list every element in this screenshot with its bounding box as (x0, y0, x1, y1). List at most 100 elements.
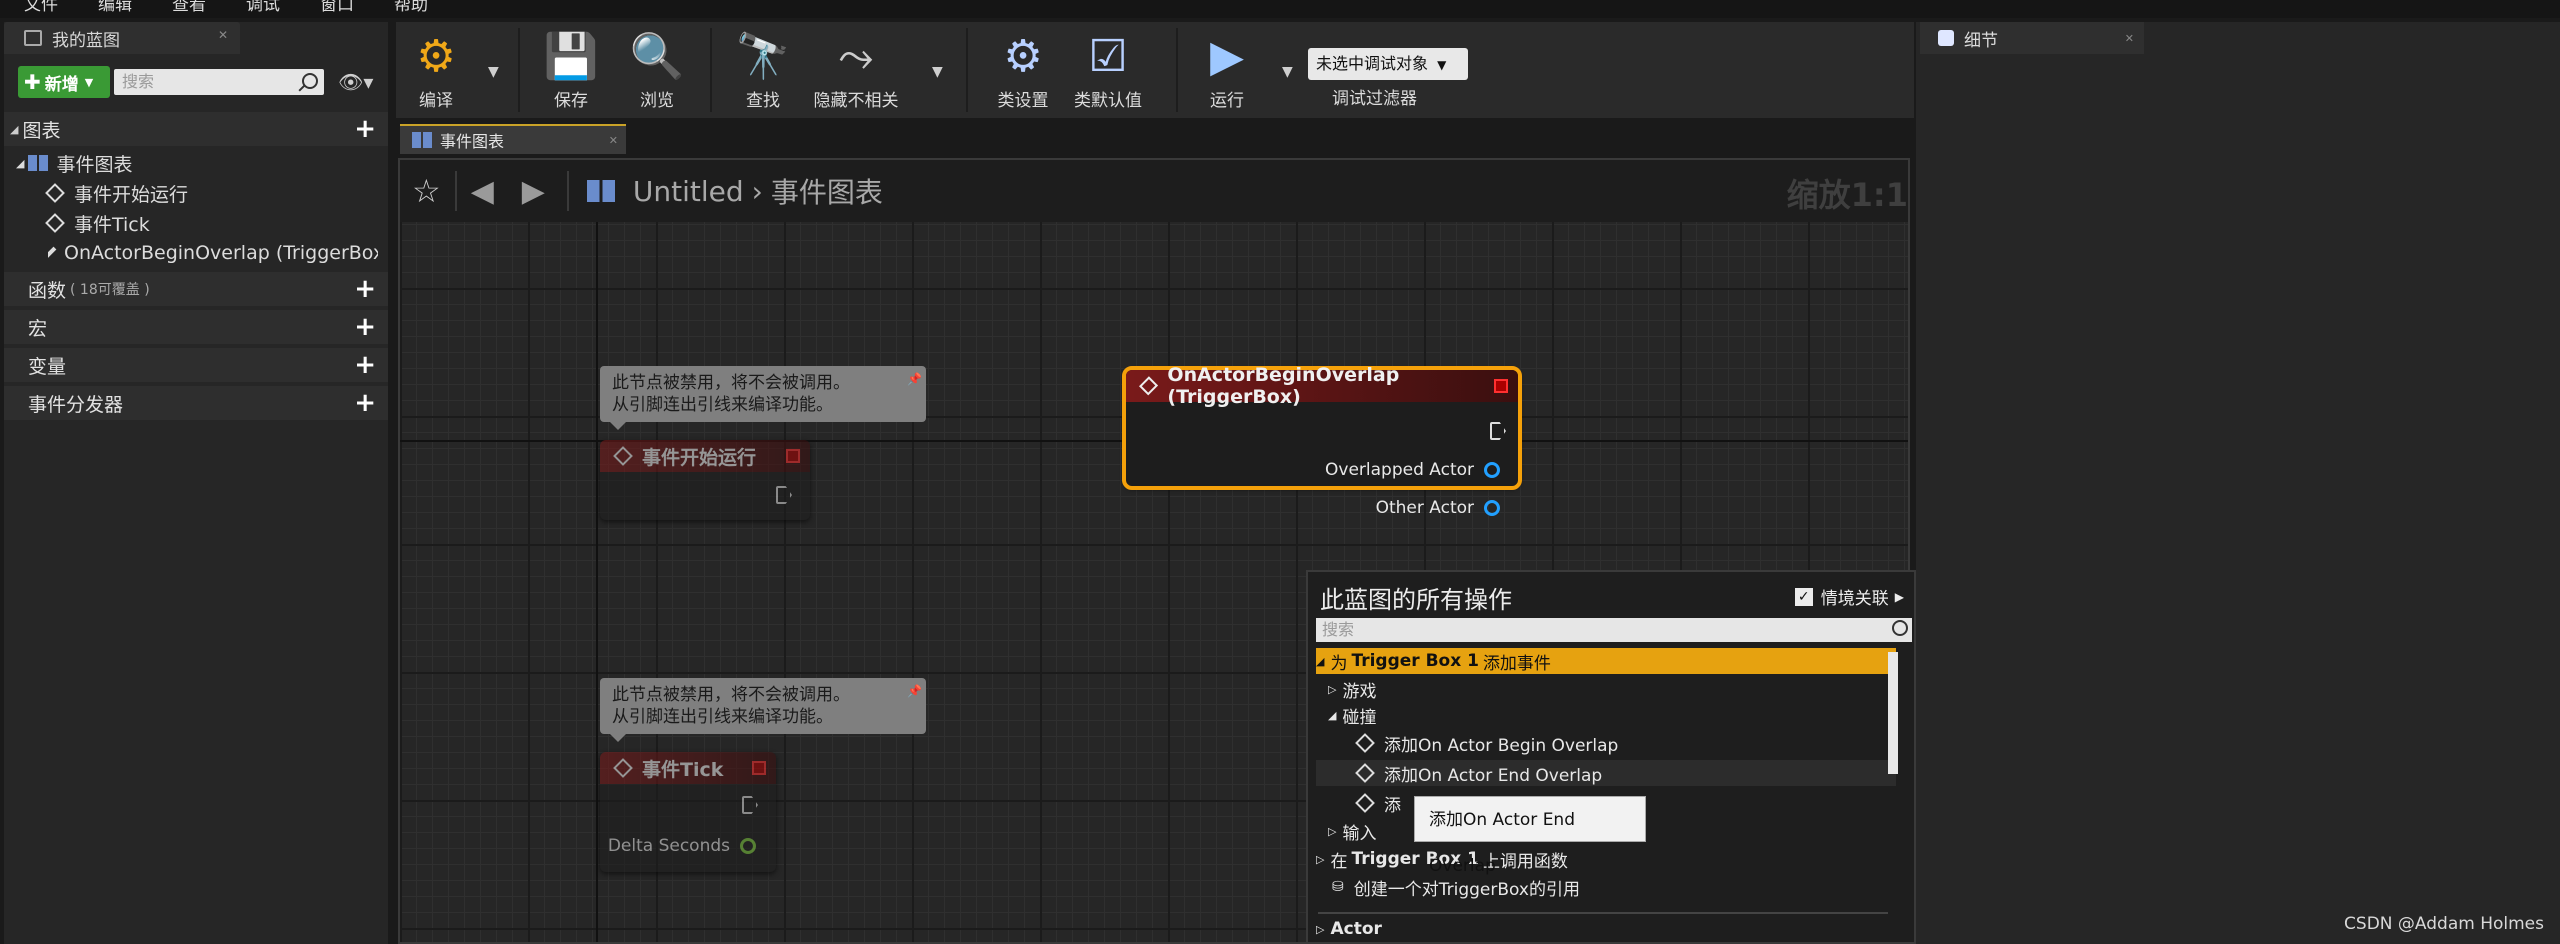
tab-my-blueprint[interactable]: 我的蓝图 ✕ (4, 22, 240, 54)
menu-edit[interactable]: 编辑 (98, 0, 132, 14)
menu-category-actor[interactable]: ▷ Actor (1316, 916, 1896, 942)
menu-item-create-reference[interactable]: ⛁ 创建一个对TriggerBox的引用 (1332, 874, 1912, 900)
gear-icon: ⚙ (1003, 30, 1043, 82)
exec-pin-icon[interactable] (742, 796, 758, 814)
magnifier-icon: 🔍 (629, 31, 685, 82)
menu-text: 添加On Actor Begin Overlap (1384, 735, 1619, 756)
action-search-input[interactable]: 搜索 (1316, 618, 1912, 642)
close-icon[interactable]: ✕ (218, 28, 228, 42)
menu-item-add-end-overlap[interactable]: 添加On Actor End Overlap (1316, 760, 1896, 786)
run-options-chevron-icon[interactable]: ▼ (1282, 64, 1293, 80)
back-arrow-icon[interactable]: ◀ (471, 174, 494, 209)
section-variables[interactable]: 变量 + (4, 348, 388, 382)
menu-file[interactable]: 文件 (24, 0, 58, 14)
section-dispatchers-label: 事件分发器 (28, 393, 124, 416)
menu-window[interactable]: 窗口 (320, 0, 354, 14)
delegate-pin-icon[interactable] (752, 761, 766, 775)
find-label: 查找 (746, 91, 780, 111)
section-graphs[interactable]: ◢ 图表 + (4, 112, 388, 146)
section-macros[interactable]: 宏 + (4, 310, 388, 344)
delegate-pin-icon[interactable] (1494, 379, 1508, 393)
add-dispatcher-button[interactable]: + (354, 390, 376, 416)
close-icon[interactable]: ✕ (2125, 32, 2134, 45)
tree-item-event[interactable]: 事件Tick (45, 208, 150, 238)
overlapped-actor-pin[interactable]: Overlapped Actor (1325, 460, 1500, 480)
menu-help[interactable]: 帮助 (394, 0, 428, 14)
favorite-star-icon[interactable]: ☆ (412, 172, 441, 210)
toolbar-divider (966, 28, 968, 112)
pin-icon[interactable]: 📌 (907, 680, 922, 702)
float-pin-icon (740, 838, 756, 854)
menu-view[interactable]: 查看 (172, 0, 206, 14)
browse-button[interactable]: 🔍 浏览 (622, 28, 692, 112)
chevron-down-icon: ▼ (1437, 58, 1447, 72)
delegate-pin-icon[interactable] (786, 449, 800, 463)
find-button[interactable]: 🔭 查找 (728, 28, 798, 112)
other-actor-pin[interactable]: Other Actor (1376, 498, 1500, 518)
menu-text: 为 (1330, 653, 1348, 674)
section-graphs-label: 图表 (22, 119, 61, 142)
menu-scrollbar[interactable] (1888, 652, 1898, 774)
compile-label: 编译 (419, 91, 453, 111)
event-icon (1355, 793, 1375, 813)
search-input[interactable]: 搜索 (114, 69, 324, 95)
tree-item-event[interactable]: OnActorBeginOverlap (TriggerBox) (48, 238, 378, 268)
save-button[interactable]: 💾 保存 (536, 28, 606, 112)
graph-origin-line (596, 222, 598, 942)
context-label: 情境关联 (1820, 589, 1889, 609)
toolbar-divider (1176, 28, 1178, 112)
section-functions[interactable]: 函数 ( 18可覆盖 ) + (4, 272, 388, 306)
menu-item-add-begin-overlap[interactable]: 添加On Actor Begin Overlap (1355, 730, 1896, 756)
run-button[interactable]: ▶ 运行 (1192, 28, 1262, 112)
eye-icon[interactable]: 👁▾ (338, 70, 373, 94)
details-panel: 细节 ✕ (1916, 22, 2560, 944)
compile-button[interactable]: ⚙ 编译 (396, 28, 476, 112)
checkbox-checked-icon[interactable]: ✓ (1794, 587, 1813, 606)
action-menu: 此蓝图的所有操作 ✓ 情境关联 ▶ 搜索 ◢ 为 Trigger Box 1 添… (1306, 570, 1916, 944)
forward-arrow-icon[interactable]: ▶ (522, 174, 545, 209)
compile-options-chevron-icon[interactable]: ▼ (488, 64, 499, 80)
object-pin-icon (1484, 462, 1500, 478)
delta-seconds-pin[interactable]: Delta Seconds (608, 836, 756, 856)
breadcrumb-asset[interactable]: Untitled (633, 175, 744, 208)
add-graph-button[interactable]: + (354, 116, 376, 142)
class-settings-button[interactable]: ⚙ 类设置 (988, 28, 1058, 112)
hide-options-chevron-icon[interactable]: ▼ (932, 64, 943, 80)
toolbar-divider (710, 28, 712, 112)
tab-details[interactable]: 细节 ✕ (1920, 22, 2144, 54)
exec-pin-icon[interactable] (776, 486, 792, 504)
add-macro-button[interactable]: + (354, 314, 376, 340)
on-actor-begin-overlap-node[interactable]: OnActorBeginOverlap (TriggerBox) Overlap… (1122, 364, 1522, 518)
add-new-button[interactable]: ✚ 新增 ▼ (18, 66, 110, 98)
menu-text: 添 (1384, 795, 1401, 816)
menu-category-collision[interactable]: ◢ 碰撞 (1328, 702, 1908, 728)
context-sensitive-toggle[interactable]: ✓ 情境关联 ▶ (1794, 584, 1904, 609)
main-toolbar: ⚙ 编译 ▼ 💾 保存 🔍 浏览 🔭 查找 ⤳ 隐藏不相关 ▼ ⚙ 类设置 ☑ (396, 22, 1914, 118)
object-pin-icon (1484, 500, 1500, 516)
section-dispatchers[interactable]: 事件分发器 + (4, 386, 388, 420)
collapse-icon: ▷ (1328, 682, 1337, 696)
event-begin-play-node[interactable]: 事件开始运行 (600, 440, 810, 520)
menu-category-add-event[interactable]: ◢ 为 Trigger Box 1 添加事件 (1316, 648, 1896, 674)
menu-category-call-function[interactable]: ▷ 在 Trigger Box 1 上调用函数 (1316, 846, 1896, 872)
debug-target-select[interactable]: 未选中调试对象 ▼ (1308, 48, 1468, 80)
hide-unrelated-button[interactable]: ⤳ 隐藏不相关 (806, 28, 906, 112)
add-variable-button[interactable]: + (354, 352, 376, 378)
left-toolbar: ✚ 新增 ▼ 搜索 👁▾ (4, 62, 388, 102)
menu-category-game[interactable]: ▷ 游戏 (1328, 676, 1908, 702)
section-variables-label: 变量 (28, 355, 67, 378)
exec-pin-icon[interactable] (1490, 422, 1506, 440)
debug-filter-label: 调试过滤器 (1332, 89, 1417, 109)
menu-debug[interactable]: 调试 (246, 0, 280, 14)
pin-icon[interactable]: 📌 (907, 368, 922, 390)
close-icon[interactable]: ✕ (609, 134, 618, 147)
chevron-right-icon: ▶ (1894, 589, 1904, 604)
expand-icon: ◢ (1328, 708, 1337, 722)
event-icon (1139, 376, 1159, 396)
add-function-button[interactable]: + (354, 276, 376, 302)
tab-event-graph[interactable]: 事件图表 ✕ (400, 124, 626, 154)
tree-item-event[interactable]: 事件开始运行 (45, 178, 188, 208)
event-tick-node[interactable]: 事件Tick Delta Seconds (600, 752, 776, 872)
tree-item-event-graph[interactable]: ◢ 事件图表 (16, 148, 132, 178)
class-defaults-button[interactable]: ☑ 类默认值 (1068, 28, 1148, 112)
